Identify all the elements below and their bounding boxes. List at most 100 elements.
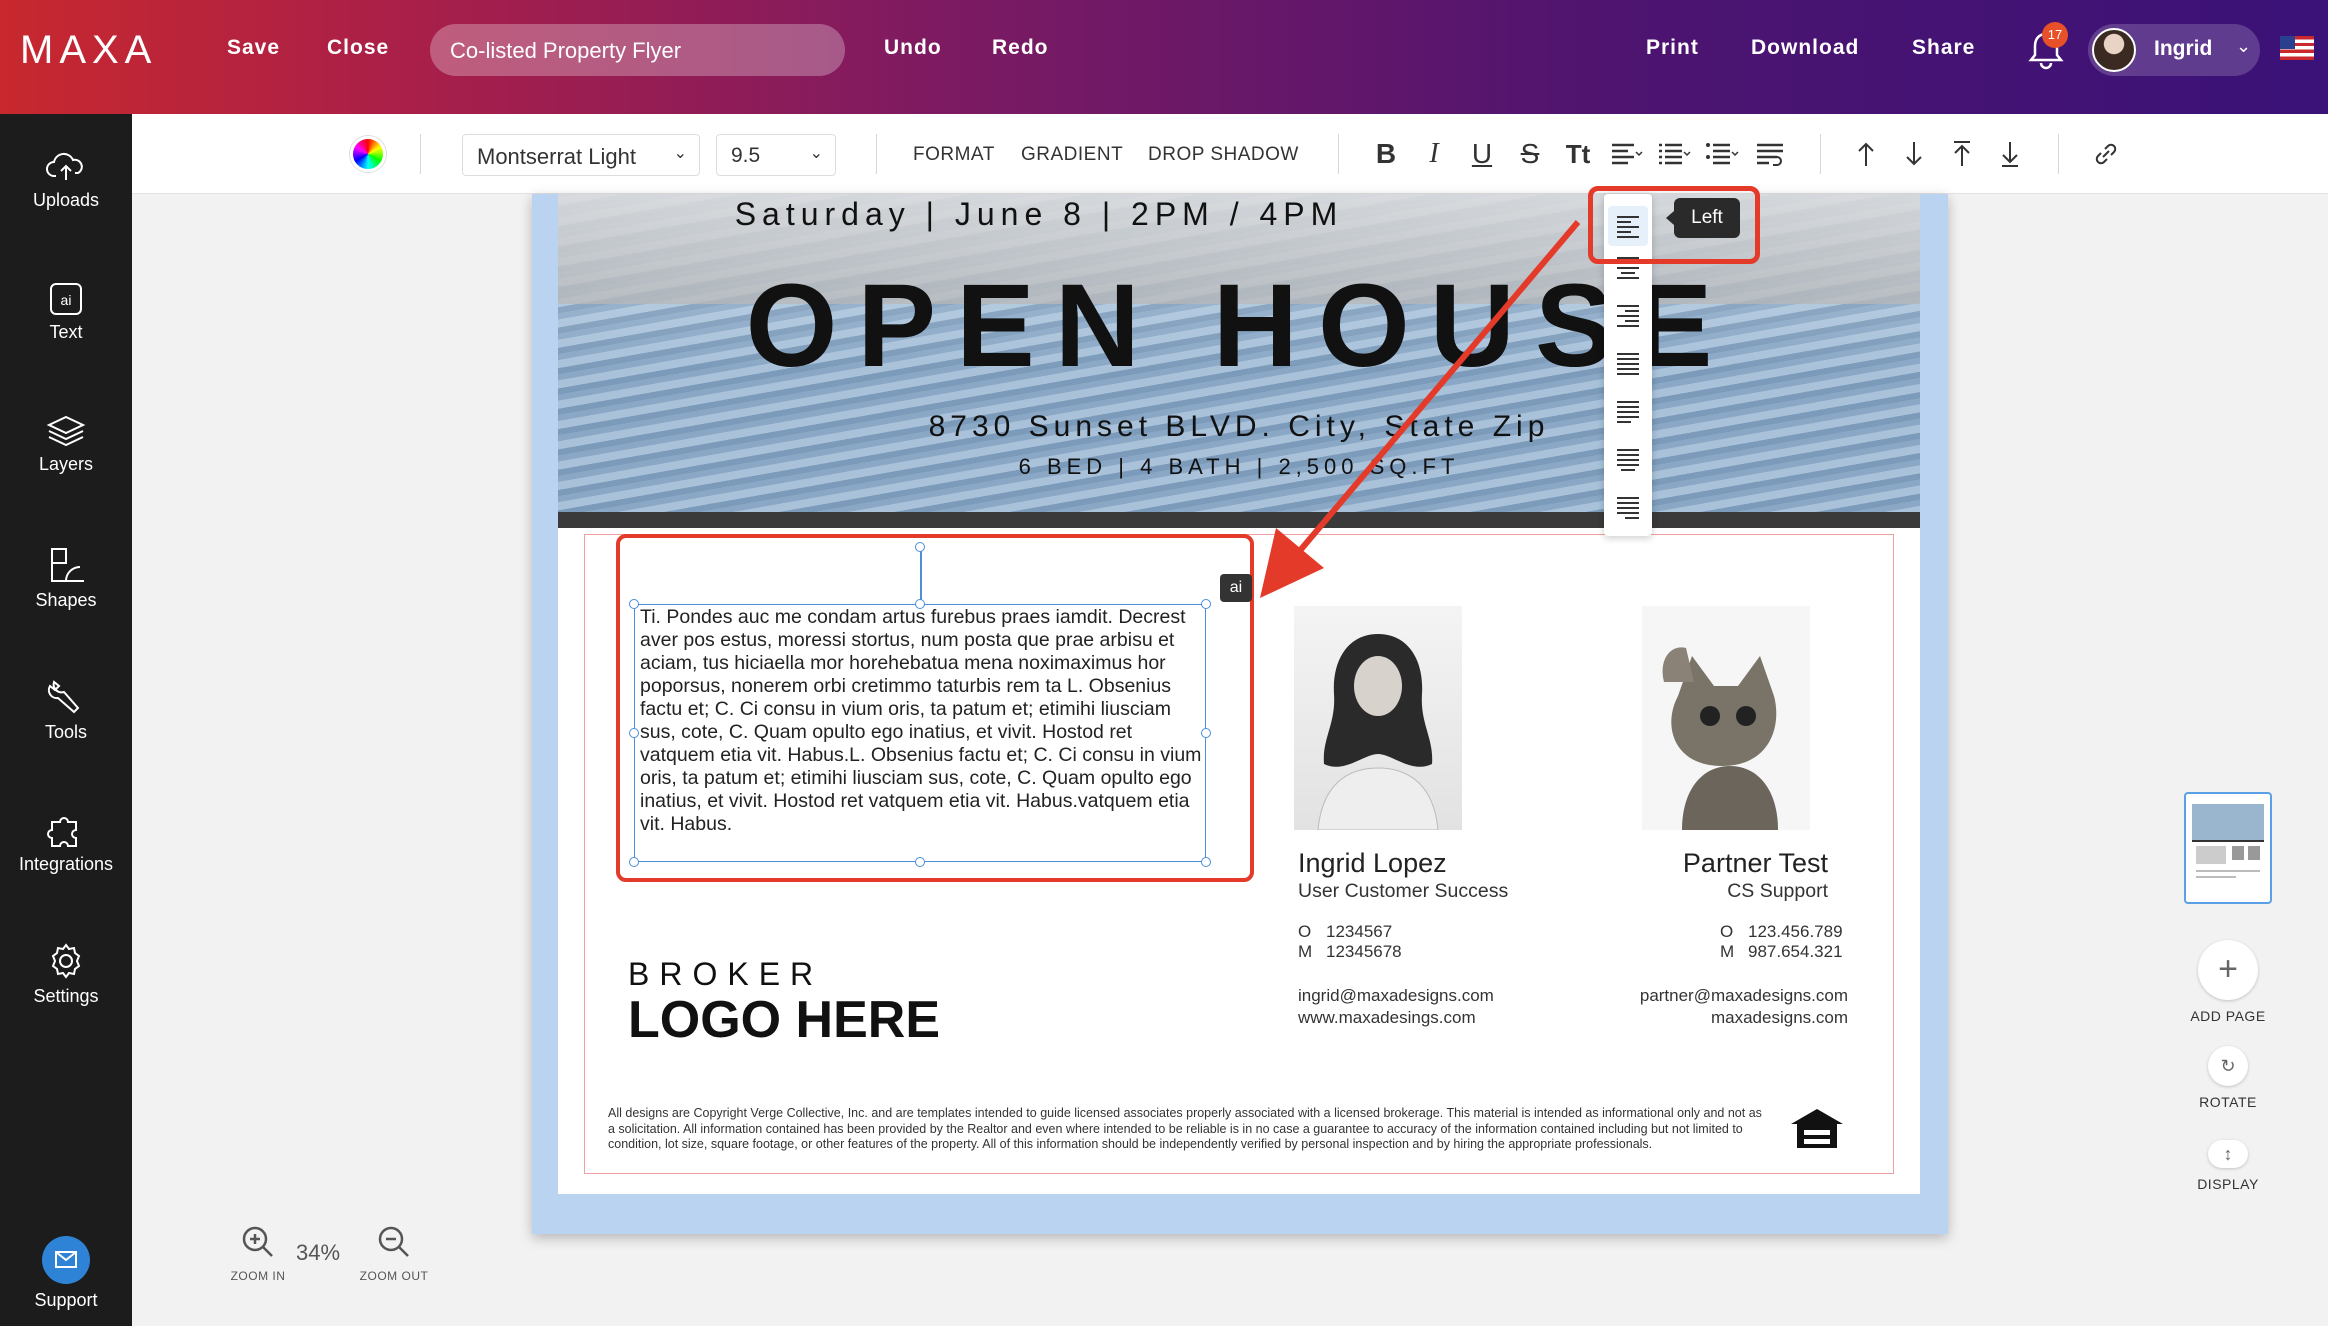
align-right-option[interactable] — [1614, 302, 1642, 330]
agent-website[interactable]: www.maxadesings.com — [1298, 1008, 1476, 1028]
sidebar-item-label: Layers — [38, 454, 94, 474]
text-wrap-icon[interactable] — [1752, 136, 1788, 172]
equal-housing-icon[interactable] — [1788, 1106, 1846, 1160]
resize-handle[interactable] — [629, 857, 639, 867]
partner-photo[interactable] — [1642, 606, 1810, 830]
align-left-icon[interactable] — [1608, 136, 1644, 172]
download-button[interactable]: Download — [1751, 36, 1859, 60]
gradient-button[interactable]: GRADIENT — [1021, 144, 1123, 166]
font-family-select[interactable]: Montserrat Light ⌄ — [462, 134, 700, 176]
sidebar-item-integrations[interactable]: Integrations — [0, 810, 132, 910]
agent-email[interactable]: partner@maxadesigns.com — [1608, 986, 1848, 1006]
annotation-arrow — [1260, 220, 1581, 598]
support-label: Support — [34, 1290, 98, 1310]
sidebar-item-uploads[interactable]: Uploads — [0, 150, 132, 250]
broker-label[interactable]: BROKER — [628, 956, 823, 993]
resize-handle[interactable] — [629, 728, 639, 738]
bold-button[interactable]: B — [1368, 136, 1404, 172]
send-to-back-icon[interactable] — [1992, 136, 2028, 172]
text-case-button[interactable]: Tt — [1560, 136, 1596, 172]
share-button[interactable]: Share — [1912, 36, 1975, 60]
zoom-out-button[interactable]: ZOOM OUT — [354, 1224, 434, 1283]
property-specs[interactable]: 6 BED | 4 BATH | 2,500 SQ.FT — [544, 454, 1934, 480]
resize-handle[interactable] — [915, 857, 925, 867]
rotate-handle[interactable] — [915, 542, 925, 552]
gear-icon — [51, 943, 81, 979]
mobile-phone[interactable]: 12345678 — [1326, 942, 1402, 962]
divider — [1820, 134, 1821, 174]
redo-button[interactable]: Redo — [992, 36, 1049, 60]
underline-button[interactable]: U — [1464, 136, 1500, 172]
chevron-down-icon: ⌄ — [809, 145, 823, 162]
agent-name[interactable]: Partner Test — [1628, 848, 1828, 879]
resize-handle[interactable] — [1201, 857, 1211, 867]
agent-email[interactable]: ingrid@maxadesigns.com — [1298, 986, 1494, 1006]
agent-photo[interactable] — [1294, 606, 1462, 830]
office-label: O — [1298, 922, 1312, 941]
add-page-button[interactable]: + ADD PAGE — [2190, 940, 2265, 1024]
move-down-icon[interactable] — [1896, 136, 1932, 172]
justify-center-option[interactable] — [1614, 446, 1642, 474]
link-icon[interactable] — [2088, 136, 2124, 172]
add-page-label: ADD PAGE — [2190, 1008, 2266, 1024]
ai-text-icon: ai — [50, 283, 82, 315]
bring-to-front-icon[interactable] — [1944, 136, 1980, 172]
sidebar-item-shapes[interactable]: Shapes — [0, 546, 132, 646]
office-phone[interactable]: 1234567 — [1326, 922, 1392, 942]
rotate-label: ROTATE — [2199, 1094, 2257, 1110]
document-title-input[interactable]: Co-listed Property Flyer — [430, 24, 845, 76]
undo-button[interactable]: Undo — [884, 36, 942, 60]
numbered-list-icon[interactable] — [1656, 136, 1692, 172]
support-button[interactable]: Support — [0, 1236, 132, 1326]
headline[interactable]: OPEN HOUSE — [544, 258, 1934, 394]
sidebar-item-settings[interactable]: Settings — [0, 942, 132, 1042]
flyer-page[interactable]: Saturday | June 8 | 2PM / 4PM OPEN HOUSE… — [544, 194, 1934, 1194]
page-thumbnail[interactable] — [2184, 792, 2272, 904]
justify-option[interactable] — [1614, 350, 1642, 378]
rotate-button[interactable]: ↻ ROTATE — [2196, 1046, 2260, 1110]
display-button[interactable]: ↕ DISPLAY — [2196, 1140, 2260, 1192]
divider — [420, 134, 421, 174]
sidebar-item-label: Text — [49, 322, 83, 342]
drop-shadow-button[interactable]: DROP SHADOW — [1148, 144, 1299, 166]
mobile-phone[interactable]: 987.654.321 — [1748, 942, 1843, 962]
zoom-in-button[interactable]: ZOOM IN — [218, 1224, 298, 1283]
italic-button[interactable]: I — [1416, 136, 1452, 172]
font-size-value: 9.5 — [731, 144, 761, 167]
agent-name[interactable]: Ingrid Lopez — [1298, 848, 1447, 879]
divider-bar — [544, 512, 1934, 528]
broker-logo-placeholder[interactable]: LOGO HERE — [628, 990, 940, 1050]
bullet-list-icon[interactable] — [1704, 136, 1740, 172]
description-text[interactable]: Ti. Pondes auc me condam artus furebus p… — [640, 606, 1206, 836]
sidebar-item-text[interactable]: ai Text — [0, 282, 132, 382]
print-button[interactable]: Print — [1646, 36, 1699, 60]
plus-icon: + — [2198, 940, 2258, 1000]
move-up-icon[interactable] — [1848, 136, 1884, 172]
zoom-out-label: ZOOM OUT — [359, 1269, 429, 1283]
justify-right-option[interactable] — [1614, 494, 1642, 522]
us-flag-icon[interactable] — [2280, 36, 2314, 60]
display-label: DISPLAY — [2197, 1176, 2259, 1192]
color-picker-icon[interactable] — [350, 136, 386, 172]
property-address[interactable]: 8730 Sunset BLVD. City, State Zip — [544, 410, 1934, 444]
sidebar-item-layers[interactable]: Layers — [0, 414, 132, 514]
justify-left-option[interactable] — [1614, 398, 1642, 426]
user-menu[interactable]: Ingrid ⌄ — [2088, 24, 2260, 76]
save-button[interactable]: Save — [227, 36, 280, 60]
resize-handle[interactable] — [629, 599, 639, 609]
disclaimer-text[interactable]: All designs are Copyright Verge Collecti… — [608, 1106, 1768, 1153]
chevron-down-icon: ⌄ — [2236, 36, 2252, 56]
agent-website[interactable]: maxadesigns.com — [1608, 1008, 1848, 1028]
agent-title[interactable]: User Customer Success — [1298, 880, 1508, 903]
close-button[interactable]: Close — [327, 36, 389, 60]
strikethrough-button[interactable]: S — [1512, 136, 1548, 172]
format-button[interactable]: FORMAT — [913, 144, 995, 166]
maxa-logo[interactable]: MAXA — [20, 28, 157, 73]
mobile-label: M — [1298, 942, 1313, 961]
avatar — [2092, 28, 2136, 72]
office-phone[interactable]: 123.456.789 — [1748, 922, 1843, 942]
agent-title[interactable]: CS Support — [1628, 880, 1828, 903]
font-size-select[interactable]: 9.5 ⌄ — [716, 134, 836, 176]
sidebar-item-tools[interactable]: Tools — [0, 678, 132, 778]
display-icon: ↕ — [2208, 1140, 2248, 1168]
